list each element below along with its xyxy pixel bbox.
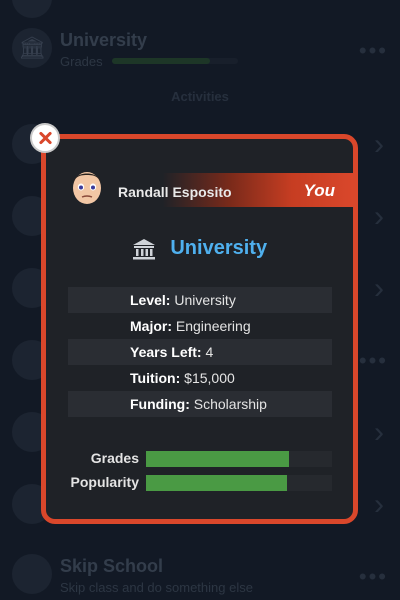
detail-value: Engineering (175, 318, 251, 334)
detail-value: 4 (205, 344, 214, 360)
stat-bar-fill (146, 475, 288, 491)
university-modal: Randall Esposito You University Level: U… (41, 134, 358, 524)
detail-row: Tuition: $15,000 (68, 365, 332, 391)
modal-title-row: University (46, 237, 353, 260)
detail-label: Funding: (130, 396, 190, 412)
avatar (73, 172, 101, 204)
detail-label: Level: (130, 292, 171, 308)
relation-label: You (303, 181, 335, 200)
modal-title: University (170, 237, 268, 259)
stat-bar-fill (146, 451, 290, 467)
university-icon (132, 238, 155, 259)
detail-row: Level: University (68, 287, 332, 313)
detail-label: Years Left: (130, 344, 202, 360)
stat-label: Popularity (70, 474, 139, 490)
stat-grades: Grades (46, 449, 353, 469)
details-table: Level: University Major: Engineering Yea… (68, 287, 332, 417)
stat-popularity: Popularity (46, 473, 353, 493)
close-button[interactable] (30, 123, 60, 153)
detail-label: Major: (130, 318, 172, 334)
detail-row: Funding: Scholarship (68, 391, 332, 417)
detail-label: Tuition: (130, 370, 181, 386)
stat-label: Grades (90, 450, 139, 466)
stat-bar-track (146, 451, 332, 467)
person-name: Randall Esposito (118, 184, 232, 200)
detail-value: University (174, 292, 236, 308)
detail-value: $15,000 (184, 370, 235, 386)
stat-bar-track (146, 475, 332, 491)
detail-row: Years Left: 4 (68, 339, 332, 365)
detail-value: Scholarship (193, 396, 267, 412)
detail-row: Major: Engineering (68, 313, 332, 339)
